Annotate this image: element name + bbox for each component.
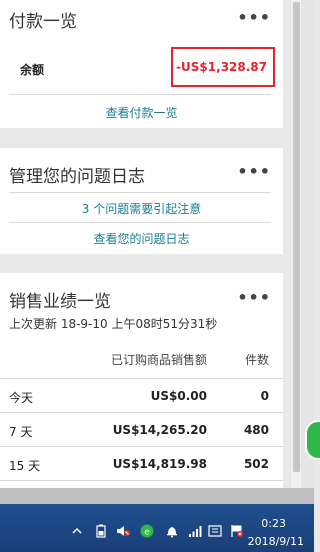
last-updated-text: 上次更新 18-9-10 上午08时51分31秒 [9, 317, 218, 331]
card-title: 付款一览 [9, 12, 77, 32]
more-options-icon[interactable]: ••• [237, 164, 271, 180]
row-label: 今天 [9, 391, 34, 405]
ime-icon[interactable] [208, 524, 222, 538]
table-row-end [0, 480, 283, 484]
row-label: 15 天 [9, 459, 41, 473]
row-amount: US$14,265.20 [112, 423, 207, 437]
column-header-sales: 已订购商品销售额 [110, 353, 207, 367]
divider [0, 446, 283, 447]
table-row: 今天 US$0.00 0 [0, 378, 283, 412]
windows-taskbar: e 0:23 2018/9/11 [0, 504, 314, 552]
balance-value: -US$1,328.87 [176, 60, 267, 74]
view-issue-log-link[interactable]: 查看您的问题日志 [0, 230, 283, 247]
card-title: 销售业绩一览 [9, 292, 111, 312]
bottom-band [0, 488, 314, 504]
more-options-icon[interactable]: ••• [237, 290, 271, 306]
divider [0, 412, 283, 413]
balance-label: 余额 [20, 63, 45, 77]
payment-summary-card: 付款一览 ••• 余额 -US$1,328.87 查看付款一览 [0, 0, 283, 128]
view-payment-summary-link[interactable]: 查看付款一览 [0, 104, 283, 121]
divider [0, 378, 283, 379]
notification-icon[interactable] [165, 524, 179, 538]
card-title: 管理您的问题日志 [9, 167, 145, 187]
more-options-icon[interactable]: ••• [237, 10, 271, 26]
divider [0, 480, 283, 481]
divider [9, 192, 271, 193]
chevron-up-icon[interactable] [70, 524, 84, 538]
clock-time[interactable]: 0:23 [261, 517, 286, 530]
volume-muted-icon[interactable] [116, 524, 130, 538]
battery-icon[interactable] [94, 524, 108, 538]
column-header-count: 件数 [244, 353, 269, 367]
divider [9, 94, 271, 95]
divider [9, 222, 271, 223]
table-row: 7 天 US$14,265.20 480 [0, 412, 283, 446]
row-label: 7 天 [9, 425, 33, 439]
table-row: 15 天 US$14,819.98 502 [0, 446, 283, 480]
app-icon[interactable]: e [140, 524, 154, 538]
issue-log-card: 管理您的问题日志 ••• 3 个问题需要引起注意 查看您的问题日志 [0, 148, 283, 254]
balance-highlight-box: -US$1,328.87 [171, 47, 275, 87]
dashboard-scroll-area[interactable]: 付款一览 ••• 余额 -US$1,328.87 查看付款一览 管理您的问题日志… [0, 0, 290, 488]
row-count: 502 [243, 457, 269, 471]
row-count: 480 [243, 423, 269, 437]
scrollbar-thumb[interactable] [293, 2, 300, 472]
sales-summary-card: 销售业绩一览 ••• 上次更新 18-9-10 上午08时51分31秒 已订购商… [0, 273, 283, 488]
issues-alert-link[interactable]: 3 个问题需要引起注意 [0, 200, 283, 217]
row-amount: US$14,819.98 [112, 457, 207, 471]
signal-icon[interactable] [188, 524, 202, 538]
row-count: 0 [260, 389, 269, 403]
svg-text:e: e [144, 528, 150, 538]
clock-date[interactable]: 2018/9/11 [248, 535, 304, 548]
row-amount: US$0.00 [150, 389, 207, 403]
flag-icon[interactable] [230, 524, 244, 538]
floating-action-button[interactable] [305, 420, 320, 460]
